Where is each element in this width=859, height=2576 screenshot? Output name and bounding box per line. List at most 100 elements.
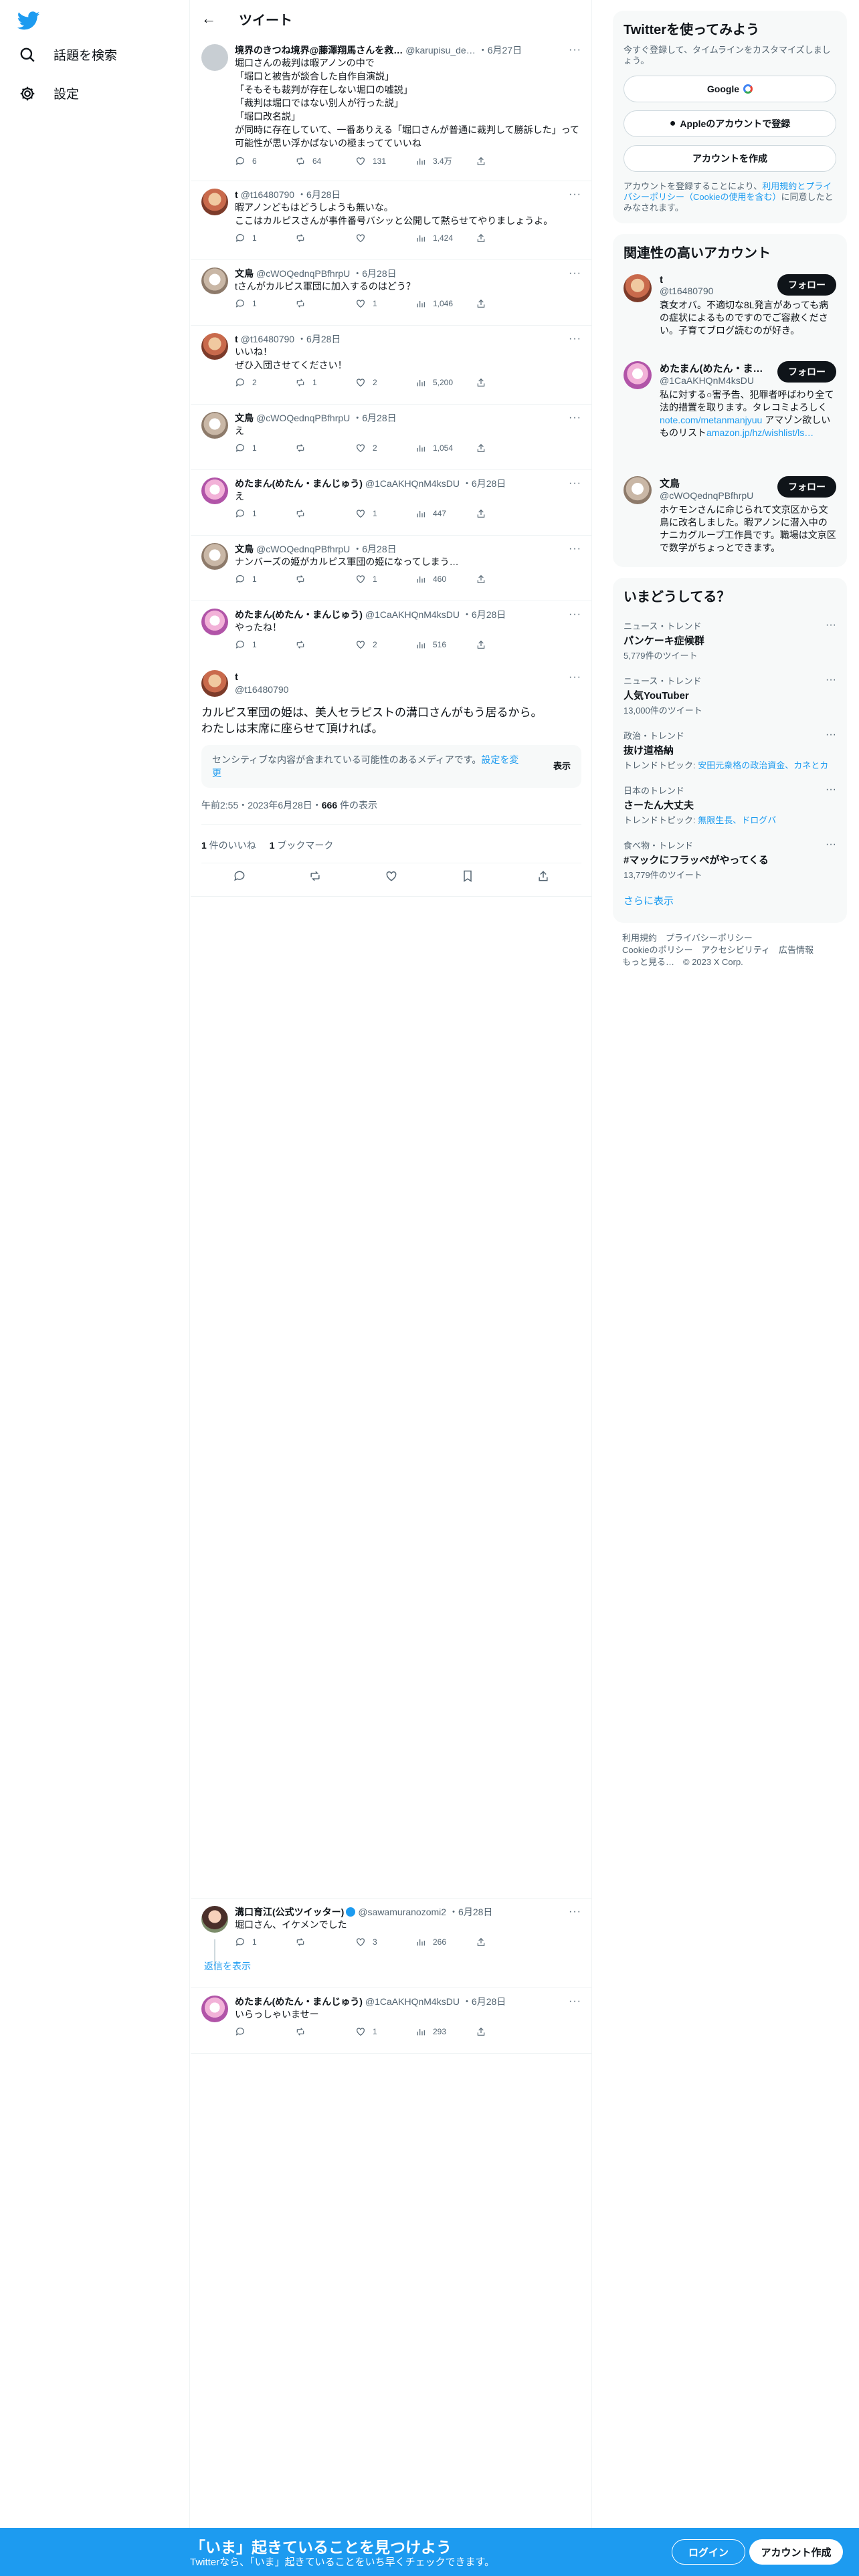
follow-button[interactable]: フォロー bbox=[777, 476, 836, 498]
views-button[interactable]: 1,046 bbox=[415, 298, 462, 309]
share-button[interactable] bbox=[476, 377, 522, 388]
tweet[interactable]: めたまん(めたん・まんじゅう) @1CaAKHQnM4ksDU ・6月28日 ··· … bbox=[191, 477, 592, 519]
retweet-button[interactable] bbox=[295, 233, 342, 243]
avatar[interactable] bbox=[201, 189, 228, 215]
views-button[interactable]: 3.4万 bbox=[415, 155, 462, 167]
more-icon[interactable]: ··· bbox=[569, 412, 581, 424]
follow-button[interactable]: フォロー bbox=[777, 361, 836, 383]
retweet-button[interactable] bbox=[295, 508, 342, 519]
like-button[interactable]: 131 bbox=[355, 155, 402, 167]
trend-topic-link[interactable]: 無限生長、ドログバ bbox=[698, 815, 776, 825]
like-button[interactable]: 2 bbox=[355, 443, 402, 453]
avatar[interactable] bbox=[201, 543, 228, 570]
tweet-date[interactable]: ・6月28日 bbox=[462, 609, 506, 621]
trend-item[interactable]: 食べ物・トレンド #マックにフラッペがやってくる 13,779件のツイート ··… bbox=[624, 839, 836, 881]
retweet-button[interactable] bbox=[295, 298, 342, 309]
retweet-button[interactable]: 1 bbox=[295, 377, 342, 388]
tweet-author-name[interactable]: t bbox=[235, 189, 238, 201]
more-icon[interactable]: ··· bbox=[569, 477, 581, 490]
views-button[interactable]: 5,200 bbox=[415, 377, 462, 388]
like-button[interactable] bbox=[355, 233, 402, 243]
more-icon[interactable]: ··· bbox=[826, 729, 836, 741]
tweet-author-handle[interactable]: @1CaAKHQnM4ksDU bbox=[365, 609, 460, 621]
reply-button[interactable] bbox=[235, 2026, 282, 2037]
share-button[interactable] bbox=[476, 155, 522, 167]
retweet-icon[interactable] bbox=[308, 869, 322, 883]
share-button[interactable] bbox=[476, 508, 522, 519]
back-arrow-icon[interactable]: ← bbox=[201, 10, 216, 27]
like-button[interactable]: 3 bbox=[355, 1937, 402, 1947]
like-button[interactable]: 2 bbox=[355, 639, 402, 650]
signup-button[interactable]: アカウント作成 bbox=[749, 2539, 843, 2565]
trend-item[interactable]: ニュース・トレンド パンケーキ症候群 5,779件のツイート ··· bbox=[624, 619, 836, 661]
views-button[interactable]: 1,424 bbox=[415, 233, 462, 243]
avatar[interactable] bbox=[624, 274, 652, 302]
avatar[interactable] bbox=[201, 333, 228, 360]
tweet[interactable]: 文鳥 @cWOQednqPBfhrpU ・6月28日 ··· ナンバーズの姫がカルピス… bbox=[191, 543, 592, 584]
more-icon[interactable]: ··· bbox=[569, 543, 581, 555]
show-replies-link[interactable]: 返信を表示 bbox=[204, 1959, 581, 1973]
more-icon[interactable]: ··· bbox=[569, 1906, 581, 1918]
footer-line-2[interactable]: Cookieのポリシー アクセシビリティ 広告情報 bbox=[622, 944, 843, 956]
nav-settings[interactable]: 設定 bbox=[19, 84, 79, 102]
google-signup-button[interactable]: Google bbox=[624, 76, 836, 102]
reply-button[interactable]: 1 bbox=[235, 298, 282, 309]
show-media-button[interactable]: 表示 bbox=[553, 760, 571, 773]
views-button[interactable]: 460 bbox=[415, 574, 462, 584]
reply-button[interactable]: 1 bbox=[235, 639, 282, 650]
tweet-date[interactable]: ・6月28日 bbox=[462, 477, 506, 490]
more-icon[interactable]: ··· bbox=[569, 189, 581, 201]
tweet-author-handle[interactable]: @t16480790 bbox=[235, 683, 288, 695]
avatar[interactable] bbox=[201, 1906, 228, 1933]
more-icon[interactable]: ··· bbox=[569, 671, 581, 683]
more-icon[interactable]: ··· bbox=[826, 839, 836, 851]
follow-button[interactable]: フォロー bbox=[777, 274, 836, 296]
related-user[interactable]: 文鳥 @cWOQednqPBfhrpU ホケモンさんに命じられて文京区から文鳥に… bbox=[624, 476, 836, 554]
tweet-author-name[interactable]: 文鳥 bbox=[235, 412, 254, 424]
more-icon[interactable]: ··· bbox=[569, 333, 581, 345]
tweet-author-handle[interactable]: @cWOQednqPBfhrpU bbox=[256, 267, 350, 280]
amazon-link[interactable]: amazon.jp/hz/wishlist/ls… bbox=[706, 427, 814, 438]
more-icon[interactable]: ··· bbox=[826, 674, 836, 686]
views-button[interactable]: 1,054 bbox=[415, 443, 462, 453]
reply-button[interactable]: 2 bbox=[235, 377, 282, 388]
reply-button[interactable]: 1 bbox=[235, 574, 282, 584]
trend-item[interactable]: 日本のトレンド さーたん大丈夫 トレンドトピック: 無限生長、ドログバ ··· bbox=[624, 784, 836, 826]
tweet-date[interactable]: ・6月28日 bbox=[353, 267, 396, 280]
retweet-button[interactable] bbox=[295, 1937, 342, 1947]
like-button[interactable]: 2 bbox=[355, 377, 402, 388]
related-user[interactable]: めたまん(めたん・ま… @1CaAKHQnM4ksDU 私に対する○害予告、犯罪… bbox=[624, 361, 836, 439]
retweet-button[interactable]: 64 bbox=[295, 155, 342, 167]
reply-icon[interactable] bbox=[233, 869, 246, 883]
tweet-date[interactable]: ・6月28日 bbox=[353, 543, 396, 555]
tweet-author-name[interactable]: t bbox=[235, 333, 238, 345]
more-icon[interactable]: ··· bbox=[569, 44, 581, 56]
like-button[interactable]: 1 bbox=[355, 574, 402, 584]
tweet[interactable]: 文鳥 @cWOQednqPBfhrpU ・6月28日 ··· え 1 2 1,054 bbox=[191, 412, 592, 453]
avatar[interactable] bbox=[201, 609, 228, 635]
share-button[interactable] bbox=[476, 2026, 522, 2037]
share-button[interactable] bbox=[476, 1937, 522, 1947]
more-icon[interactable]: ··· bbox=[569, 609, 581, 621]
reply-button[interactable]: 1 bbox=[235, 233, 282, 243]
tweet-author-name[interactable]: t bbox=[235, 671, 238, 683]
tweet-author-handle[interactable]: @t16480790 bbox=[241, 189, 294, 201]
trend-item[interactable]: 政治・トレンド 抜け道格納 トレンドトピック: 安田元衆格の政治資金、カネとカ … bbox=[624, 729, 836, 771]
share-button[interactable] bbox=[476, 233, 522, 243]
reply-button[interactable]: 1 bbox=[235, 443, 282, 453]
more-icon[interactable]: ··· bbox=[569, 267, 581, 280]
tweet-date[interactable]: ・6月28日 bbox=[297, 189, 341, 201]
tweet-author-handle[interactable]: @1CaAKHQnM4ksDU bbox=[365, 477, 460, 490]
more-icon[interactable]: ··· bbox=[569, 1996, 581, 2008]
twitter-bird-icon[interactable] bbox=[17, 9, 40, 32]
retweet-button[interactable] bbox=[295, 2026, 342, 2037]
tweet-author-handle[interactable]: @t16480790 bbox=[241, 333, 294, 345]
tweet[interactable]: めたまん(めたん・まんじゅう) @1CaAKHQnM4ksDU ・6月28日 ··· … bbox=[191, 1996, 592, 2037]
share-icon[interactable] bbox=[537, 869, 550, 883]
avatar[interactable] bbox=[201, 670, 228, 697]
tweet-author-name[interactable]: めたまん(めたん・まんじゅう) bbox=[235, 477, 363, 490]
avatar[interactable] bbox=[201, 412, 228, 439]
tweet-author-handle[interactable]: @cWOQednqPBfhrpU bbox=[256, 543, 350, 555]
retweet-button[interactable] bbox=[295, 574, 342, 584]
nav-explore[interactable]: 話題を検索 bbox=[19, 45, 117, 64]
